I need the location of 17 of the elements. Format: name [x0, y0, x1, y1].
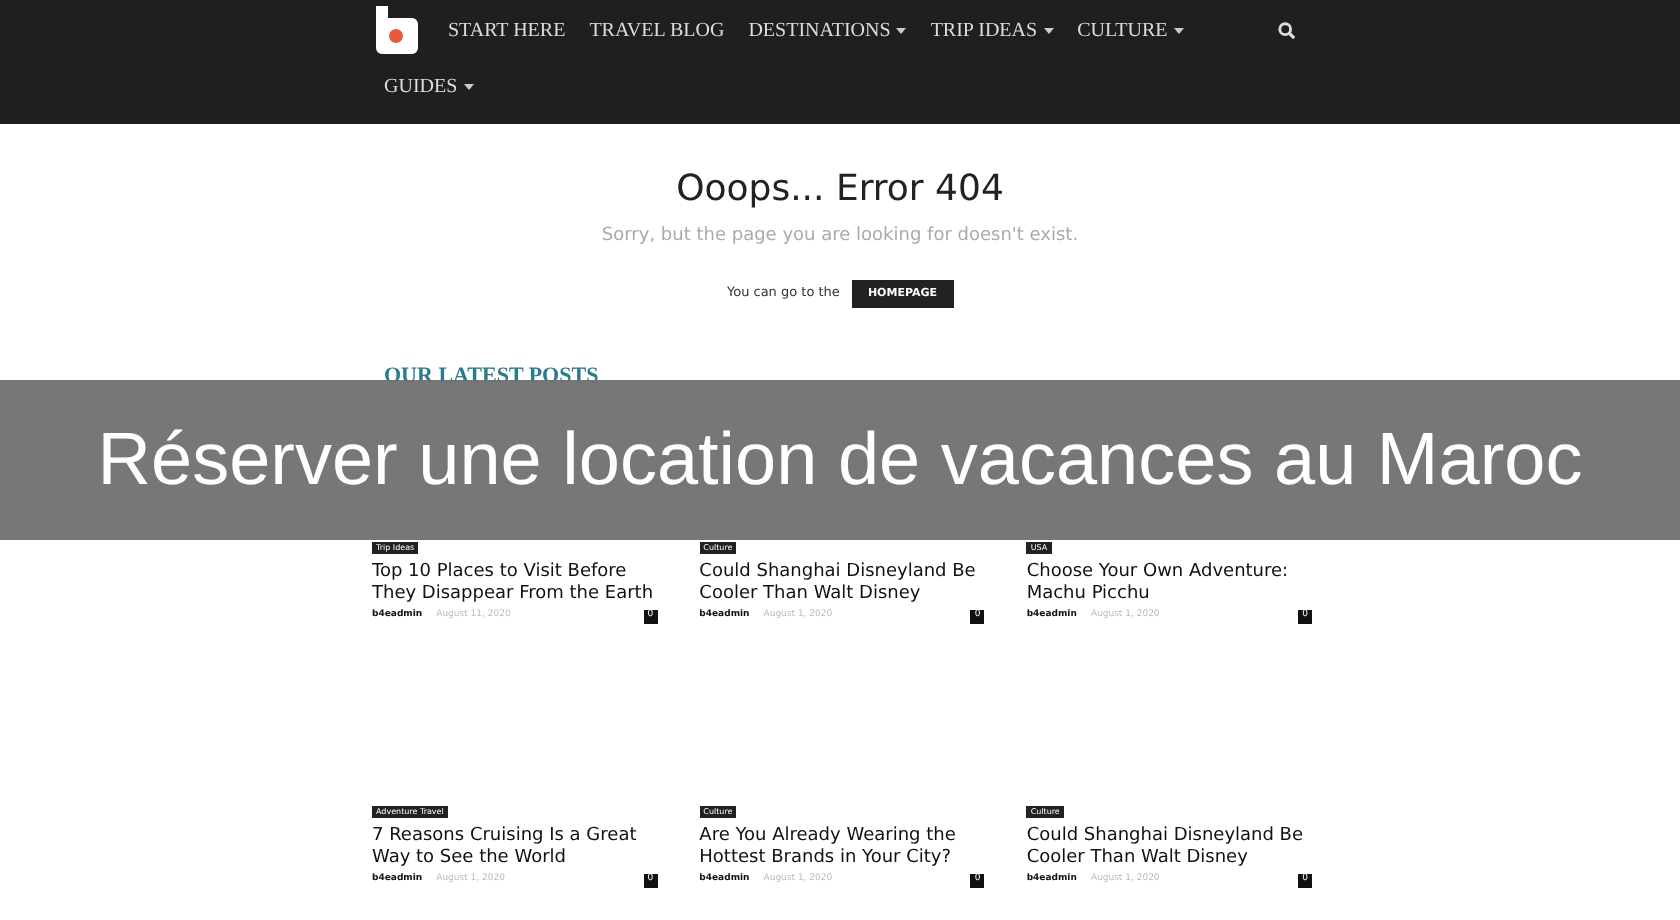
post-title[interactable]: Are You Already Wearing the Hottest Brands in Your City? — [699, 826, 985, 870]
banner-text: Réserver une location de vacances au Maroc — [97, 416, 1583, 505]
nav-link[interactable]: CULTURE — [1077, 15, 1184, 45]
nav-link[interactable]: DESTINATIONS — [748, 15, 907, 45]
post-title[interactable]: Top 10 Places to Visit Before They Disappear From the Earth — [372, 562, 658, 606]
post-title[interactable]: Could Shanghai Disneyland Be Cooler Than Walt Disney — [1026, 826, 1312, 870]
post-title[interactable]: Could Shanghai Disneyland Be Cooler Than Walt Disney — [699, 562, 985, 606]
error-title: Ooops... Error 404 — [676, 168, 1004, 212]
search-icon[interactable] — [1278, 21, 1296, 39]
error-message: Sorry, but the page you are looking for doesn't exist. — [601, 224, 1079, 250]
nav-link[interactable]: TRAVEL BLOG — [589, 15, 725, 45]
nav-link[interactable]: START HERE — [448, 15, 566, 45]
post-title[interactable]: 7 Reasons Cruising Is a Great Way to See the World — [372, 826, 658, 870]
logo-icon[interactable] — [372, 6, 420, 54]
nav-link[interactable]: TRIP IDEAS — [930, 15, 1054, 45]
post-title[interactable]: Choose Your Own Adventure: Machu Picchu — [1026, 562, 1312, 606]
nav-link[interactable]: GUIDES — [384, 72, 474, 102]
